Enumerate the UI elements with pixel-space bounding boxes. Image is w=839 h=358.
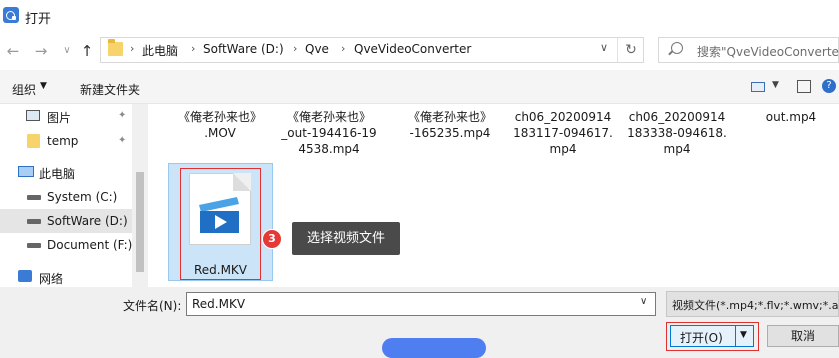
breadcrumb-separator-icon: › [341, 42, 346, 55]
refresh-icon: ↻ [625, 42, 637, 58]
address-dropdown-button[interactable]: ∨ [600, 41, 608, 54]
chevron-down-icon: ∨ [600, 41, 609, 54]
filename-input[interactable]: Red.MKV [186, 292, 656, 316]
new-folder-button[interactable]: 新建文件夹 [80, 81, 140, 98]
sidebar-item-network[interactable]: 网络 [0, 265, 132, 287]
navigation-pane: 图片 ✦ temp ✦ 此电脑 System (C:) SoftWare (D:… [0, 104, 148, 287]
arrow-up-icon: ↑ [80, 42, 94, 60]
sidebar-item-system-c[interactable]: System (C:) [0, 185, 132, 209]
sidebar-item-pictures[interactable]: 图片 ✦ [0, 104, 132, 128]
sidebar-item-label: temp [47, 134, 79, 148]
highlight-box [180, 168, 261, 280]
sidebar-item-label: 网络 [39, 272, 64, 286]
file-name-line: mp4 [549, 142, 577, 156]
file-name-line: ch06_20200914 [514, 110, 612, 124]
breadcrumb-qve[interactable]: Qve [305, 42, 329, 56]
file-name-line: .MOV [204, 126, 236, 140]
file-name-line: -165235.mp4 [409, 126, 491, 140]
file-name-line: 183117-094617. [513, 126, 613, 140]
organize-button[interactable]: 组织 [12, 81, 36, 98]
caret-down-icon[interactable]: ▼ [772, 80, 779, 90]
instruction-tooltip: 选择视频文件 [292, 222, 400, 255]
file-item[interactable]: ch06_20200914 183117-094617. mp4 [513, 109, 613, 157]
pin-icon: ✦ [118, 135, 127, 146]
drive-icon [27, 195, 41, 200]
refresh-button[interactable]: ↻ [617, 38, 644, 62]
sidebar-scrollbar-thumb[interactable] [136, 172, 144, 272]
breadcrumb-this-pc[interactable]: 此电脑 [142, 42, 178, 59]
filename-label: 文件名(N): [123, 299, 182, 313]
back-button[interactable]: ← [4, 42, 22, 60]
sidebar-item-label: System (C:) [47, 190, 118, 204]
arrow-left-icon: ← [6, 42, 20, 60]
breadcrumb-separator-icon: › [191, 42, 196, 55]
file-item[interactable]: 《俺老孙来也》 .MOV [170, 109, 270, 141]
highlight-box [666, 322, 759, 351]
file-name-line: out.mp4 [765, 110, 817, 124]
cancel-button[interactable]: 取消 [767, 325, 839, 347]
file-name-line: 183338-094618. [627, 126, 727, 140]
file-name-line: 《俺老孙来也》 [177, 110, 262, 124]
file-item[interactable]: out.mp4 [741, 109, 839, 125]
preview-pane-icon[interactable] [797, 80, 811, 93]
pictures-icon [26, 110, 40, 121]
forward-button[interactable]: → [32, 42, 50, 60]
breadcrumb-software-drive[interactable]: SoftWare (D:) [203, 42, 284, 56]
sidebar-item-label: 此电脑 [39, 167, 76, 181]
chevron-down-icon: ∨ [640, 296, 648, 307]
sidebar-item-software-d[interactable]: SoftWare (D:) [0, 209, 132, 233]
breadcrumb-separator-icon: › [293, 42, 298, 55]
breadcrumb-separator-icon: › [130, 42, 135, 55]
file-name-line: 4538.mp4 [298, 142, 360, 156]
help-icon[interactable]: ? [822, 79, 836, 93]
search-icon [671, 42, 683, 54]
folder-icon [27, 134, 40, 148]
file-name-line: _out-194416-19 [281, 126, 377, 140]
chevron-down-icon: ∨ [63, 45, 71, 56]
arrow-right-icon: → [34, 42, 48, 60]
drive-icon [27, 243, 41, 248]
computer-icon [18, 166, 34, 177]
pin-icon: ✦ [118, 110, 127, 121]
window-title: 打开 [25, 12, 52, 27]
step-3-badge: 3 [262, 229, 282, 249]
app-icon [3, 7, 19, 23]
sidebar-item-label: 图片 [47, 111, 72, 125]
file-type-filter[interactable]: 视频文件(*.mp4;*.flv;*.wmv;*.a [666, 291, 839, 317]
sidebar-item-label: Document (F:) [47, 238, 133, 252]
sidebar-item-this-pc[interactable]: 此电脑 [0, 160, 132, 184]
file-item[interactable]: ch06_20200914 183338-094618. mp4 [627, 109, 727, 157]
drive-icon [27, 219, 41, 224]
filename-dropdown-button[interactable]: ∨ [640, 296, 647, 307]
caret-down-icon: ▼ [40, 81, 47, 91]
up-button[interactable]: ↑ [78, 42, 96, 60]
search-placeholder: 搜索"QveVideoConverter" [697, 45, 839, 59]
network-icon [18, 270, 32, 282]
sidebar-item-document-f[interactable]: Document (F:) [0, 233, 132, 257]
folder-icon [108, 39, 123, 56]
file-name-line: ch06_20200914 [628, 110, 726, 124]
view-options-icon[interactable] [751, 82, 765, 92]
file-item[interactable]: 《俺老孙来也》 -165235.mp4 [400, 109, 500, 141]
file-name-line: mp4 [663, 142, 691, 156]
sidebar-item-temp[interactable]: temp ✦ [0, 129, 132, 153]
sidebar-item-label: SoftWare (D:) [47, 214, 128, 228]
file-name-line: 《俺老孙来也》 [407, 110, 492, 124]
file-name-line: 《俺老孙来也》 [286, 110, 371, 124]
title-bar [0, 0, 839, 32]
breadcrumb-qvevideoconverter[interactable]: QveVideoConverter [354, 42, 471, 56]
background-button-shape [382, 338, 486, 358]
recent-dropdown-button[interactable]: ∨ [58, 42, 76, 60]
file-item[interactable]: 《俺老孙来也》 _out-194416-19 4538.mp4 [279, 109, 379, 157]
